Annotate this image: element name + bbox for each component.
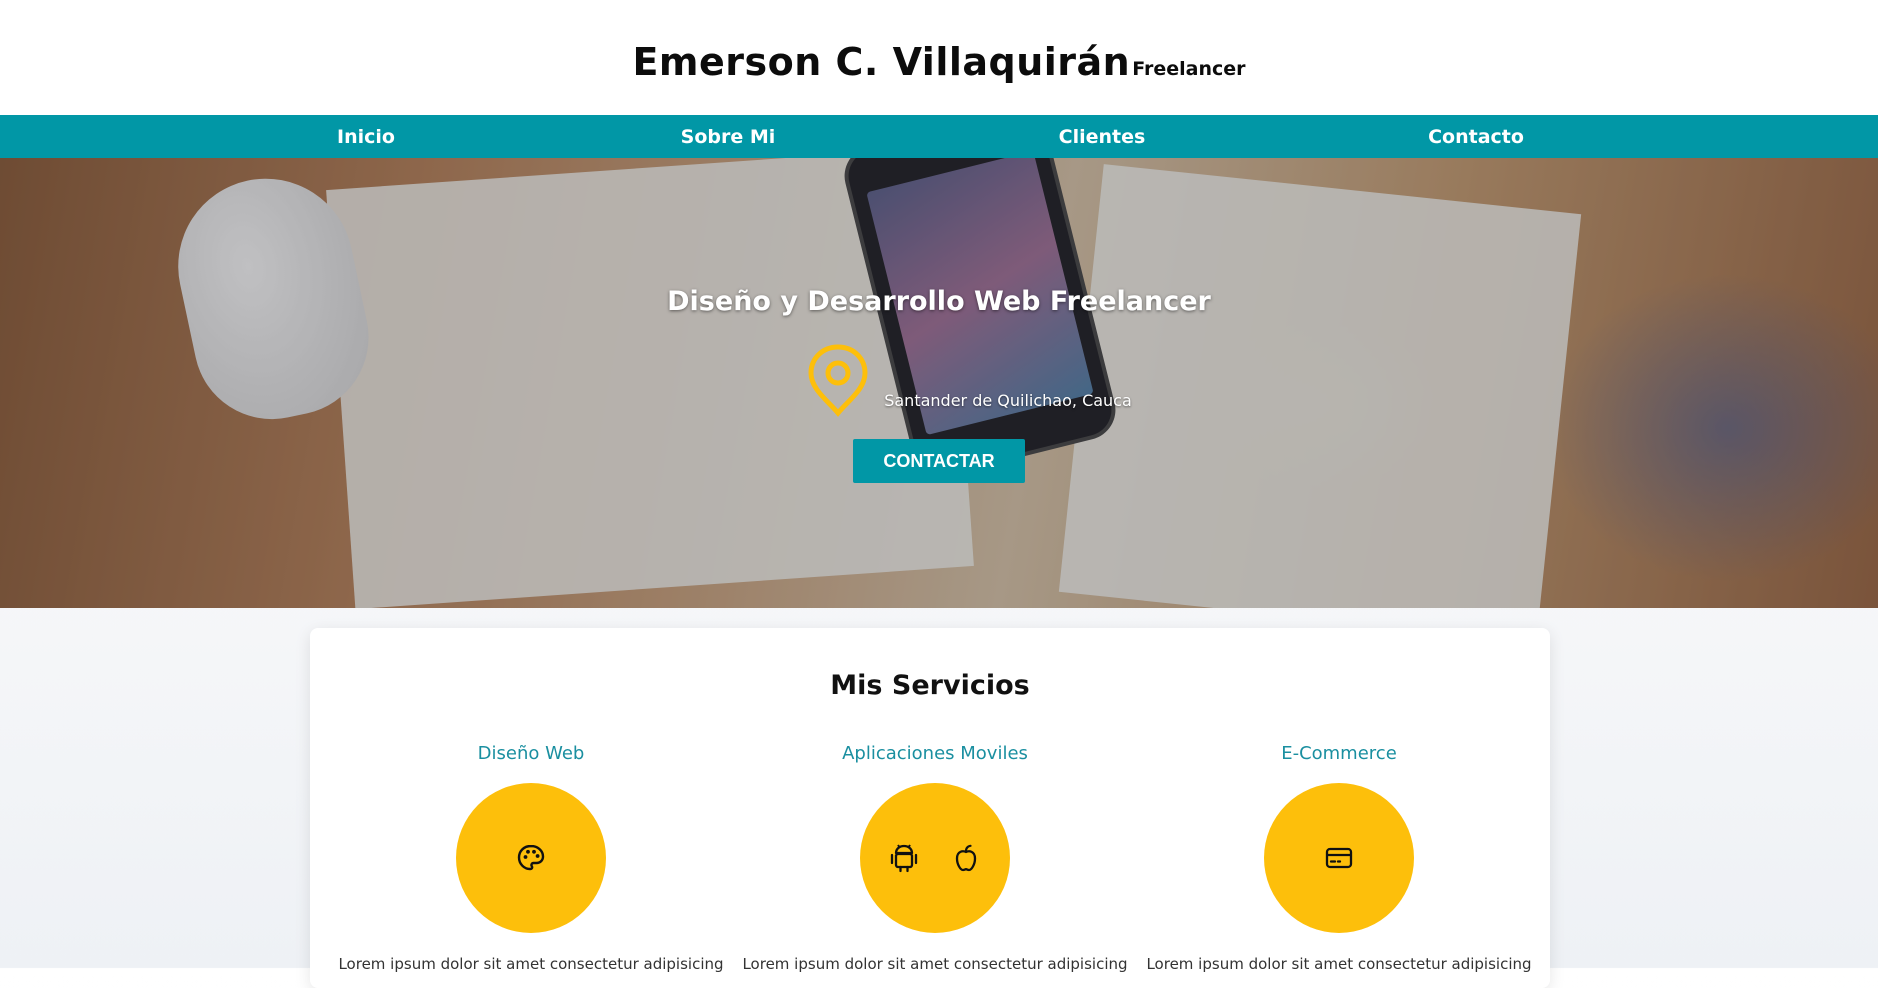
location: Santander de Quilichao, Cauca <box>806 343 1132 417</box>
nav-item-clientes[interactable]: Clientes <box>1059 126 1146 148</box>
service-description: Lorem ipsum dolor sit amet consectetur a… <box>742 955 1128 973</box>
apple-icon <box>955 844 977 872</box>
nav-item-sobre-mi[interactable]: Sobre Mi <box>681 126 776 148</box>
contactar-button[interactable]: CONTACTAR <box>853 439 1025 483</box>
hero-banner: Diseño y Desarrollo Web Freelancer Santa… <box>0 158 1878 608</box>
main-nav: Inicio Sobre Mi Clientes Contacto <box>0 115 1878 158</box>
brand[interactable]: Emerson C. Villaquirán Freelancer <box>632 32 1245 84</box>
map-pin-icon <box>808 344 868 417</box>
brand-name: Emerson C. Villaquirán <box>632 39 1131 84</box>
services-card: Mis Servicios Diseño Web Lorem ipsum dol… <box>310 628 1550 988</box>
nav-item-inicio[interactable]: Inicio <box>337 126 395 148</box>
service-aplicaciones-moviles[interactable]: Aplicaciones Moviles Lorem ipsum dolor s… <box>740 743 1130 973</box>
service-e-commerce[interactable]: E-Commerce Lorem ipsum dolor sit amet co… <box>1144 743 1534 973</box>
service-title: E-Commerce <box>1281 743 1397 764</box>
service-description: Lorem ipsum dolor sit amet consectetur a… <box>1146 955 1532 973</box>
service-description: Lorem ipsum dolor sit amet consectetur a… <box>338 955 724 973</box>
location-text: Santander de Quilichao, Cauca <box>884 390 1132 410</box>
services-title: Mis Servicios <box>830 670 1030 701</box>
hero-title: Diseño y Desarrollo Web Freelancer <box>667 286 1211 317</box>
service-icon-circle <box>456 783 606 933</box>
service-title: Aplicaciones Moviles <box>842 743 1028 764</box>
nav-item-contacto[interactable]: Contacto <box>1428 126 1524 148</box>
site-header: Emerson C. Villaquirán Freelancer <box>0 0 1878 115</box>
brand-tagline: Freelancer <box>1132 57 1246 80</box>
credit-card-icon <box>1325 847 1353 869</box>
service-diseno-web[interactable]: Diseño Web Lorem ipsum dolor sit amet co… <box>336 743 726 973</box>
service-icon-circle <box>1264 783 1414 933</box>
service-title: Diseño Web <box>477 743 585 764</box>
android-icon <box>890 844 918 873</box>
palette-icon <box>517 844 545 871</box>
service-icon-circle <box>860 783 1010 933</box>
